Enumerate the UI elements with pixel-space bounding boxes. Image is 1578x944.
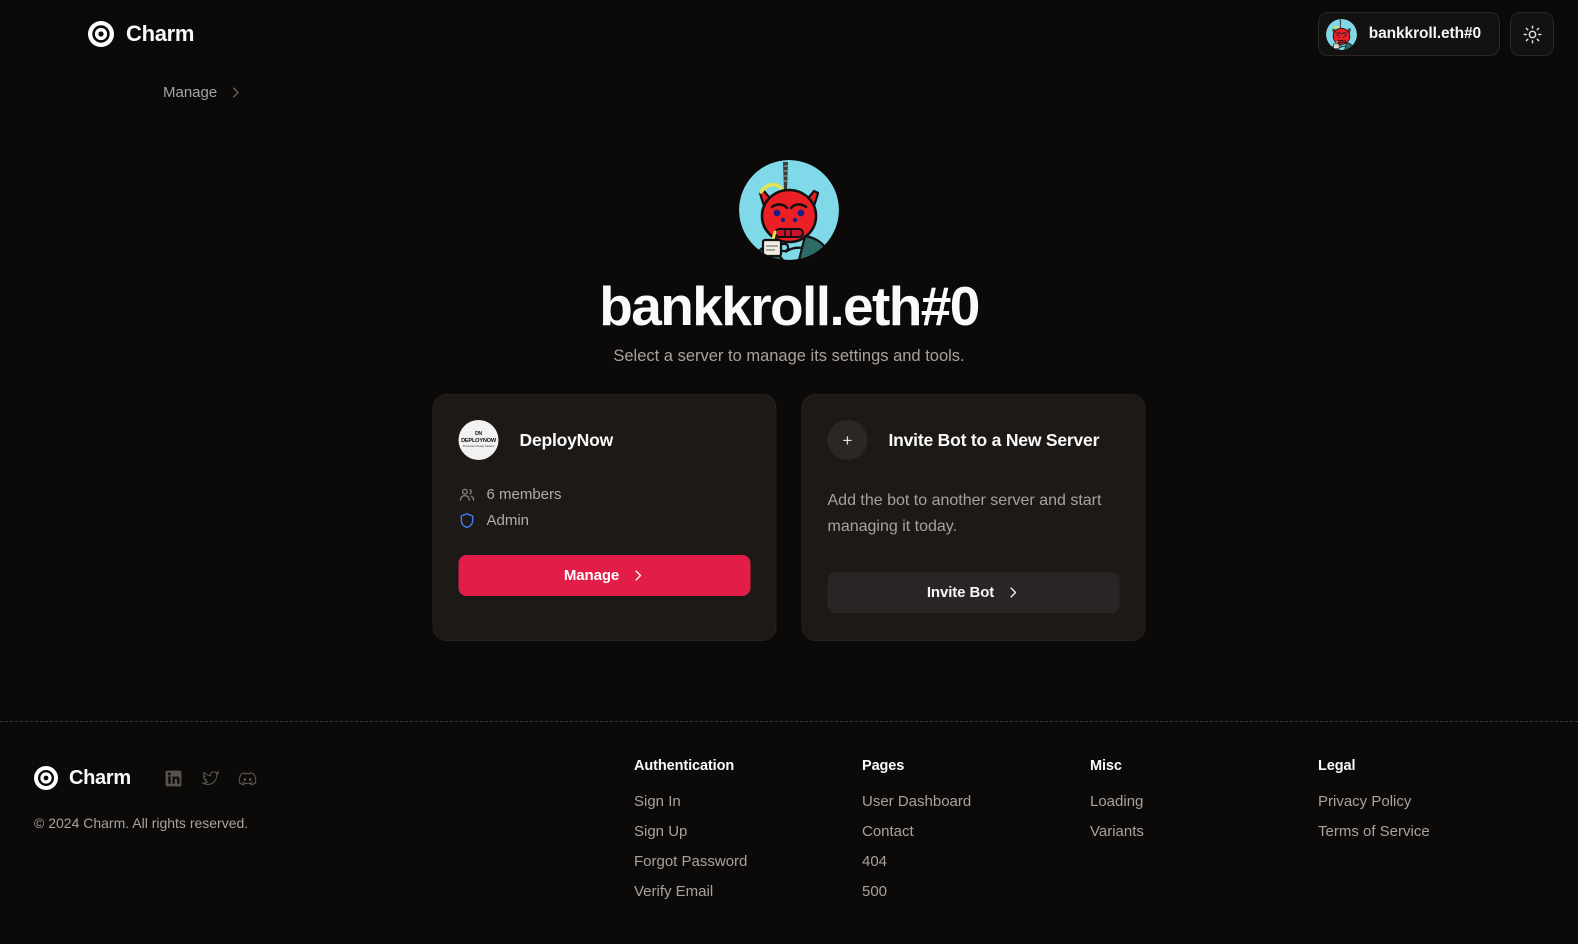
invite-bot-card[interactable]: + Invite Bot to a New Server Add the bot… — [801, 394, 1146, 642]
invite-bot-button[interactable]: Invite Bot — [827, 572, 1120, 614]
footer-link-sign-in[interactable]: Sign In — [634, 793, 862, 810]
footer-divider — [0, 721, 1578, 722]
sun-icon — [1523, 25, 1542, 44]
target-logo-icon — [34, 766, 58, 790]
footer-link-variants[interactable]: Variants — [1090, 823, 1318, 840]
footer-column-heading: Misc — [1090, 758, 1122, 774]
chevron-right-icon — [228, 85, 243, 100]
plus-glyph: + — [842, 430, 853, 450]
footer-brand-row: Charm — [34, 766, 634, 790]
copyright-text: © 2024 Charm. All rights reserved. — [34, 815, 249, 831]
app-header: Charm bankkroll.eth#0 — [0, 0, 1578, 68]
invite-bot-button-label: Invite Bot — [926, 584, 995, 602]
card-header: + Invite Bot to a New Server — [827, 420, 1120, 460]
breadcrumb-item-manage[interactable]: Manage — [163, 84, 217, 101]
footer-brand-name: Charm — [69, 766, 131, 789]
manage-button[interactable]: Manage — [458, 555, 751, 596]
role-label: Admin — [486, 512, 530, 529]
page-subtitle: Select a server to manage its settings a… — [613, 346, 965, 365]
page-title: bankkroll.eth#0 — [599, 275, 980, 337]
shield-icon — [459, 512, 476, 529]
member-count-row: 6 members — [459, 486, 751, 503]
brand-name: Charm — [126, 21, 195, 46]
footer-column-heading: Legal — [1318, 758, 1356, 774]
target-logo-icon — [88, 21, 114, 47]
discord-icon[interactable] — [238, 769, 257, 788]
hero-section: bankkroll.eth#0 Select a server to manag… — [0, 160, 1578, 366]
server-avatar: DN DEPLOYNOW Production Ready Starters — [458, 420, 499, 460]
manage-button-label: Manage — [563, 567, 620, 584]
footer-column-heading: Pages — [862, 758, 905, 774]
footer-brand[interactable]: Charm — [34, 766, 131, 790]
server-name: DeployNow — [519, 429, 614, 450]
footer-column-heading: Authentication — [634, 758, 735, 774]
hero-demon-avatar-icon — [739, 160, 839, 260]
invite-card-title: Invite Bot to a New Server — [888, 429, 1100, 450]
plus-icon: + — [827, 420, 868, 460]
footer-column-misc: Misc Loading Variants — [1090, 758, 1318, 944]
brand-logo[interactable]: Charm — [88, 21, 194, 47]
footer-link-terms-of-service[interactable]: Terms of Service — [1318, 823, 1430, 840]
linkedin-icon[interactable] — [164, 769, 183, 788]
theme-toggle-button[interactable] — [1510, 12, 1554, 56]
users-icon — [459, 486, 476, 503]
invite-card-description: Add the bot to another server and start … — [827, 492, 1102, 536]
footer-link-404[interactable]: 404 — [862, 853, 1090, 870]
footer-link-contact[interactable]: Contact — [862, 823, 1090, 840]
footer-column-pages: Pages User Dashboard Contact 404 500 — [862, 758, 1090, 944]
site-footer: Charm © 2024 Charm. All rights reserved.… — [0, 748, 1578, 944]
footer-link-verify-email[interactable]: Verify Email — [634, 883, 862, 900]
chevron-right-icon — [1005, 585, 1020, 600]
demon-avatar-icon — [1326, 19, 1357, 50]
server-avatar-tagline: Production Ready Starters — [462, 444, 495, 449]
member-count-label: 6 members — [486, 486, 562, 503]
user-account-chip[interactable]: bankkroll.eth#0 — [1317, 12, 1500, 56]
footer-column-authentication: Authentication Sign In Sign Up Forgot Pa… — [634, 758, 862, 944]
header-actions: bankkroll.eth#0 — [1317, 12, 1554, 56]
footer-link-columns: Authentication Sign In Sign Up Forgot Pa… — [634, 748, 1544, 944]
footer-link-loading[interactable]: Loading — [1090, 793, 1318, 810]
user-chip-name: bankkroll.eth#0 — [1368, 25, 1481, 42]
footer-link-privacy-policy[interactable]: Privacy Policy — [1318, 793, 1430, 810]
breadcrumb: Manage — [163, 84, 243, 101]
social-links — [164, 769, 257, 788]
twitter-icon[interactable] — [201, 769, 220, 788]
server-card-deploynow[interactable]: DN DEPLOYNOW Production Ready Starters D… — [432, 394, 777, 642]
card-header: DN DEPLOYNOW Production Ready Starters D… — [458, 420, 751, 460]
footer-link-user-dashboard[interactable]: User Dashboard — [862, 793, 1090, 810]
footer-column-legal: Legal Privacy Policy Terms of Service — [1318, 758, 1430, 944]
server-meta: 6 members Admin — [459, 486, 751, 529]
role-row: Admin — [459, 512, 751, 529]
footer-link-forgot-password[interactable]: Forgot Password — [634, 853, 862, 870]
server-card-list: DN DEPLOYNOW Production Ready Starters D… — [432, 394, 1146, 642]
footer-brand-block: Charm © 2024 Charm. All rights reserved. — [34, 748, 634, 944]
footer-link-sign-up[interactable]: Sign Up — [634, 823, 862, 840]
chevron-right-icon — [630, 568, 645, 583]
footer-link-500[interactable]: 500 — [862, 883, 1090, 900]
